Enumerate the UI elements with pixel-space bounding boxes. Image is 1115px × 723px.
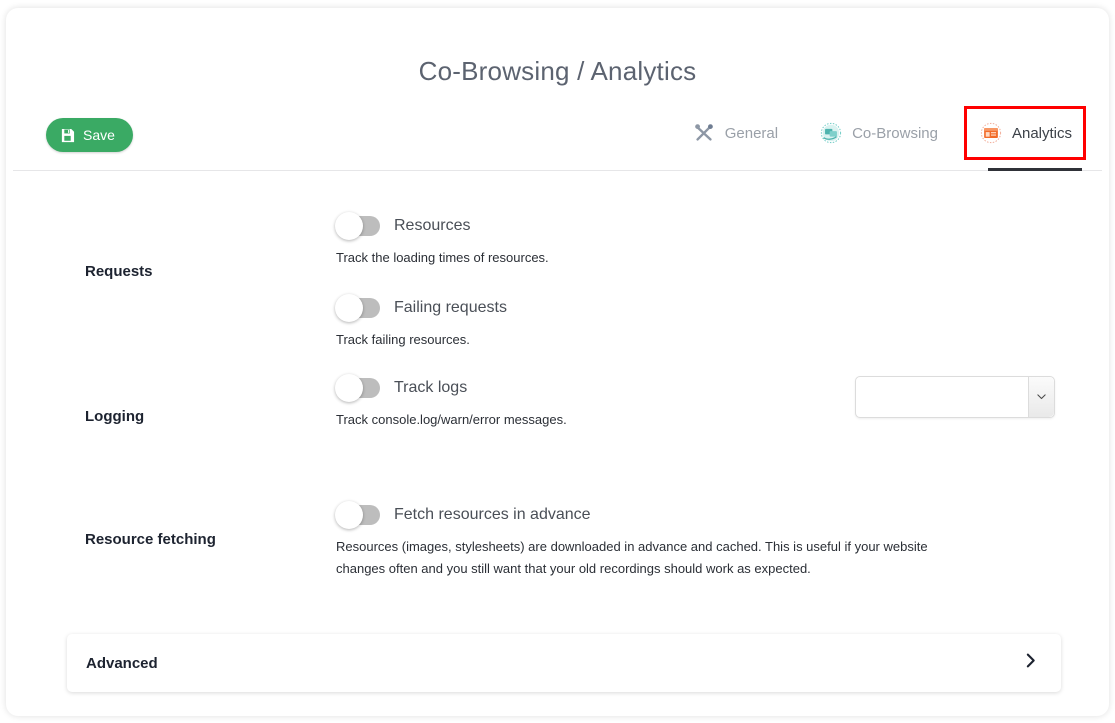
page-title: Co-Browsing / Analytics <box>418 56 697 86</box>
tab-analytics-label: Analytics <box>1011 124 1072 142</box>
setting-track-logs-label: Track logs <box>394 378 468 396</box>
setting-resources: Resources Track the loading times of res… <box>335 186 1109 270</box>
advanced-section-card[interactable]: Advanced <box>67 634 1061 692</box>
tab-cobrowsing-label: Co-Browsing <box>852 124 938 142</box>
analytics-icon <box>980 122 1002 144</box>
toggle-track-logs[interactable] <box>335 373 380 402</box>
chevron-right-icon[interactable] <box>1022 652 1039 674</box>
tab-analytics[interactable]: Analytics <box>978 118 1074 148</box>
toggle-knob <box>335 212 363 240</box>
logging-level-select[interactable] <box>855 375 1055 418</box>
save-icon <box>60 128 75 143</box>
settings-list: Requests Resources Track the loading tim… <box>6 186 1109 605</box>
settings-page-card: Co-Browsing / Analytics Save General Co-… <box>6 8 1109 716</box>
tools-icon <box>693 122 715 144</box>
setting-failing-requests-description: Track failing resources. <box>336 331 470 347</box>
toggle-knob <box>335 373 363 402</box>
setting-fetch-in-advance: Fetch resources in advance Resources (im… <box>335 475 1109 582</box>
setting-fetch-in-advance-description: Resources (images, stylesheets) are down… <box>336 538 928 577</box>
section-requests-body: Resources Track the loading times of res… <box>335 186 1109 358</box>
setting-fetch-in-advance-label: Fetch resources in advance <box>394 505 591 523</box>
active-tab-underline <box>988 168 1082 171</box>
setting-resources-description: Track the loading times of resources. <box>336 250 549 265</box>
section-resource-fetching: Resource fetching Fetch resources in adv… <box>6 475 1109 605</box>
section-requests-label: Requests <box>85 263 153 281</box>
toggle-fetch-in-advance[interactable] <box>335 500 380 529</box>
tab-cobrowsing[interactable]: Co-Browsing <box>818 118 940 148</box>
section-requests: Requests Resources Track the loading tim… <box>6 186 1109 358</box>
setting-failing-requests: Failing requests Track failing resources… <box>335 276 1109 352</box>
section-logging-label: Logging <box>85 407 145 425</box>
advanced-title: Advanced <box>86 654 158 672</box>
tab-general-label: General <box>724 124 779 142</box>
toggle-resources[interactable] <box>335 212 380 240</box>
save-button[interactable]: Save <box>46 118 133 152</box>
toggle-failing-requests[interactable] <box>335 293 380 322</box>
section-resource-fetching-label: Resource fetching <box>85 531 216 548</box>
tab-bar: General Co-Browsing Analytics <box>691 106 1086 160</box>
tab-general[interactable]: General <box>691 118 780 148</box>
header-divider <box>13 170 1102 171</box>
cobrowsing-icon <box>820 122 842 144</box>
save-button-label: Save <box>83 127 115 143</box>
toggle-knob <box>335 500 363 529</box>
toggle-knob <box>335 293 363 322</box>
setting-failing-requests-label: Failing requests <box>394 298 507 316</box>
setting-resources-label: Resources <box>394 217 471 234</box>
chevron-down-icon[interactable] <box>1028 376 1054 417</box>
section-resource-fetching-body: Fetch resources in advance Resources (im… <box>335 475 1109 605</box>
section-logging: Logging Track logs Track console.log/war… <box>6 358 1109 475</box>
tab-analytics-wrapper: Analytics <box>963 106 1086 160</box>
section-logging-body: Track logs Track console.log/warn/error … <box>335 358 1109 475</box>
